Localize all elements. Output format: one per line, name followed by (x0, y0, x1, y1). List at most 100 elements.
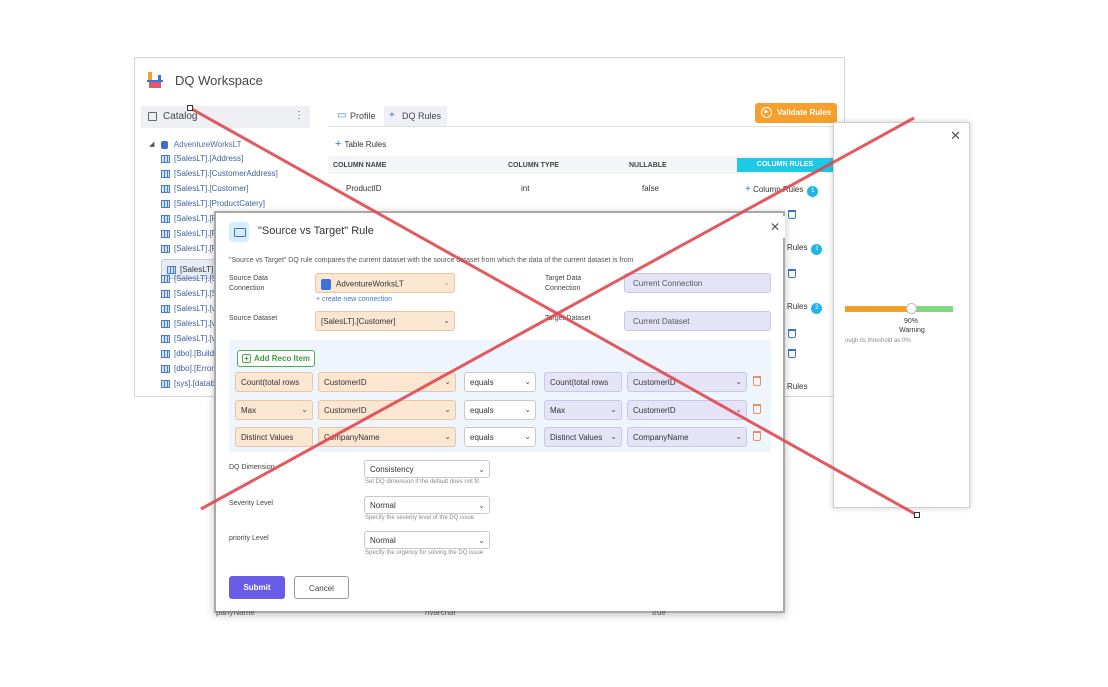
tree-root-label: AdventureWorksLT (173, 140, 242, 149)
threshold-text: ough its threshold as 0% (845, 338, 911, 344)
severity-select[interactable]: Normal ⌄ (364, 496, 490, 514)
tree-item[interactable]: [SalesLT].[Address] (161, 154, 243, 167)
resize-handle[interactable] (187, 105, 193, 111)
table-icon (161, 214, 170, 223)
tree-item[interactable]: [SalesLT].[vP (161, 334, 221, 347)
tab-dq-rules[interactable]: + DQ Rules (384, 106, 448, 126)
table-icon (161, 364, 170, 373)
dq-dimension-select[interactable]: Consistency ⌄ (364, 460, 490, 478)
chevron-down-icon: ⌄ (444, 405, 451, 414)
target-aggregate-select[interactable]: Max ⌄ (544, 400, 622, 420)
tree-item[interactable]: [SalesLT].[vP (161, 319, 221, 332)
operator-select[interactable]: equals ⌄ (464, 372, 536, 392)
add-table-rules[interactable]: + Table Rules (335, 138, 386, 150)
profile-icon: ▭ (337, 110, 347, 121)
tree-root-database[interactable]: ◢ AdventureWorksLT (149, 140, 242, 149)
select-value: CustomerID (324, 406, 367, 415)
target-aggregate-select[interactable]: Count(total rows (544, 372, 622, 392)
submit-button[interactable]: Submit (229, 576, 285, 599)
table-rules-label: Table Rules (344, 140, 387, 149)
chevron-down-icon: ⌄ (478, 536, 485, 545)
table-icon (161, 199, 170, 208)
chevron-down-icon: ⌄ (478, 501, 485, 510)
column-rules-peek[interactable]: Rules 2 (787, 302, 823, 314)
source-aggregate-select[interactable]: Distinct Values (235, 427, 313, 447)
rules-count-badge: 1 (811, 244, 823, 255)
rules-count-badge: 2 (811, 303, 823, 314)
tree-item-label: [SalesLT].[Address] (174, 154, 244, 163)
delete-icon[interactable] (788, 349, 796, 358)
tree-item[interactable]: [dbo].[Error (161, 364, 214, 377)
close-icon[interactable]: ✕ (950, 128, 961, 144)
severity-hint: Specify the severity level of the DQ iss… (365, 515, 475, 521)
source-dataset-value: [SalesLT].[Customer] (321, 317, 396, 326)
target-aggregate-select[interactable]: Distinct Values ⌄ (544, 427, 622, 447)
select-value: CustomerID (324, 378, 367, 387)
column-rules-peek[interactable]: Rules (787, 382, 807, 391)
tree-item[interactable]: [sys].[datab (161, 379, 215, 392)
tab-profile[interactable]: ▭ Profile (332, 106, 382, 126)
operator-select[interactable]: equals ⌄ (464, 427, 536, 447)
delete-reco-icon[interactable] (753, 376, 761, 386)
source-column-select[interactable]: CustomerID ⌄ (318, 400, 456, 420)
target-column-select[interactable]: CompanyName ⌄ (627, 427, 747, 447)
plus-icon: + (335, 138, 342, 150)
select-value: CompanyName (324, 433, 380, 442)
tree-item[interactable]: [SalesLT].[CustomerAddress] (161, 169, 278, 182)
tree-item[interactable]: [SalesLT].[Customer] (161, 184, 249, 197)
play-icon: ▶ (761, 107, 772, 118)
source-dataset-select[interactable]: [SalesLT].[Customer] ⌄ (315, 311, 455, 331)
tabs-divider (328, 126, 840, 127)
source-dataset-label: Source Dataset (229, 315, 278, 322)
catalog-menu-icon[interactable]: ⋮ (294, 110, 304, 121)
delete-reco-icon[interactable] (753, 404, 761, 414)
validate-rules-button[interactable]: ▶ Validate Rules (755, 103, 837, 123)
plus-icon: + (389, 110, 395, 121)
tree-item[interactable]: [dbo].[Build (161, 349, 214, 362)
progress-knob[interactable] (906, 303, 917, 314)
source-aggregate-select[interactable]: Max ⌄ (235, 400, 313, 420)
source-column-select[interactable]: CustomerID ⌄ (318, 372, 456, 392)
catalog-label: Catalog (163, 111, 198, 122)
target-column-select[interactable]: CustomerID ⌄ (627, 372, 747, 392)
catalog-icon (148, 112, 157, 121)
bleed-text: true (652, 611, 666, 617)
tree-item[interactable]: [SalesLT].[Sa (161, 274, 221, 287)
delete-reco-icon[interactable] (753, 431, 761, 441)
delete-icon[interactable] (788, 210, 796, 219)
source-vs-target-modal: "Source vs Target" Rule ✕ "Source vs Tar… (214, 211, 785, 613)
add-reco-item-button[interactable]: + Add Reco Item (237, 350, 315, 367)
target-connection-label: Target Data Connection (545, 275, 582, 292)
source-column-select[interactable]: CompanyName ⌄ (318, 427, 456, 447)
chevron-down-icon: ⌄ (443, 316, 450, 325)
row-column-type: int (521, 184, 530, 193)
column-rules-label: Column Rules (753, 185, 804, 194)
delete-icon[interactable] (788, 269, 796, 278)
tree-item[interactable]: [SalesLT].[vG (161, 304, 222, 317)
resize-handle[interactable] (914, 512, 920, 518)
target-connection-field: Current Connection (624, 273, 771, 293)
delete-icon[interactable] (788, 329, 796, 338)
operator-select[interactable]: equals ⌄ (464, 400, 536, 420)
cancel-button[interactable]: Cancel (294, 576, 349, 599)
tree-item[interactable]: [SalesLT].[Pr (161, 214, 220, 227)
source-aggregate-select[interactable]: Count(total rows (235, 372, 313, 392)
tab-profile-label: Profile (350, 111, 376, 121)
create-connection-link[interactable]: + create new connection (316, 296, 392, 303)
expand-caret-icon[interactable]: ◢ (149, 140, 154, 148)
close-icon[interactable]: ✕ (765, 216, 785, 238)
target-dataset-label: Target Dataset (545, 314, 591, 324)
priority-select[interactable]: Normal ⌄ (364, 531, 490, 549)
select-value: Max (550, 406, 566, 415)
column-rules-peek[interactable]: Rules 1 (787, 243, 823, 255)
table-icon (161, 169, 170, 178)
target-column-select[interactable]: CustomerID ⌄ (627, 400, 747, 420)
column-rules-link[interactable]: + Column Rules 1 (745, 184, 819, 197)
table-icon (161, 184, 170, 193)
tree-item[interactable]: [SalesLT].[Pr (161, 229, 220, 242)
select-value: Max (241, 406, 257, 415)
source-connection-select[interactable]: AdventureWorksLT ⌄ (315, 273, 455, 293)
table-icon (161, 244, 170, 253)
tree-item[interactable]: [SalesLT].[Pr (161, 244, 220, 257)
tree-item[interactable]: [SalesLT].[Sa (161, 289, 221, 302)
